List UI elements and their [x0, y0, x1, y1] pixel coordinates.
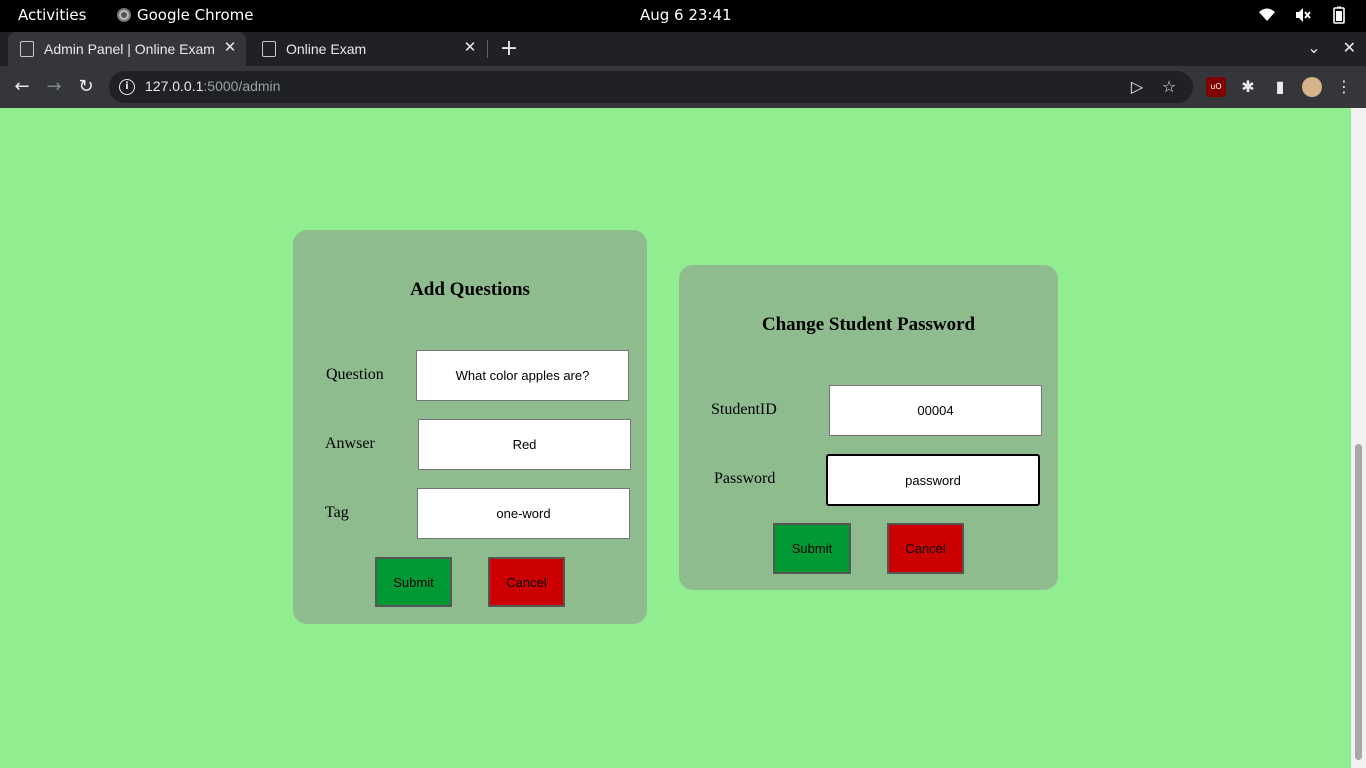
tag-input[interactable] [417, 488, 630, 539]
add-questions-panel: Add Questions Question Anwser Tag Submit… [293, 230, 647, 624]
answer-input[interactable] [418, 419, 631, 470]
wifi-icon [1258, 6, 1276, 24]
clock[interactable]: Aug 6 23:41 [640, 6, 732, 24]
battery-icon [1330, 6, 1348, 24]
browser-toolbar: ← → ↻ i 127.0.0.1:5000/admin ▷ ☆ [0, 66, 1366, 108]
change-password-panel: Change Student Password StudentID Passwo… [679, 265, 1058, 590]
password-label: Password [714, 470, 776, 487]
question-label: Question [326, 366, 384, 383]
add-questions-title: Add Questions [410, 279, 530, 300]
tab-separator [487, 40, 488, 58]
window-close-icon[interactable]: ✕ [1343, 38, 1356, 57]
tab-online-exam[interactable]: Online Exam ✕ [250, 32, 486, 66]
tab-strip: Admin Panel | Online Exam ✕ Online Exam … [0, 32, 1366, 66]
question-input[interactable] [416, 350, 629, 401]
new-tab-icon[interactable]: + [498, 38, 520, 61]
tag-label: Tag [325, 504, 349, 521]
activities-button[interactable]: Activities [18, 6, 86, 24]
tab-title: Online Exam [286, 41, 367, 57]
page-scrollbar[interactable] [1351, 108, 1366, 768]
app-menu[interactable]: Google Chrome [117, 6, 254, 24]
add-question-submit-button[interactable]: Submit [375, 557, 452, 607]
profile-avatar[interactable] [1302, 77, 1322, 97]
scrollbar-thumb[interactable] [1355, 444, 1362, 760]
change-password-cancel-button[interactable]: Cancel [887, 523, 964, 574]
forward-arrow-icon[interactable]: → [43, 76, 65, 98]
studentid-input[interactable] [829, 385, 1042, 436]
page-icon [262, 41, 276, 57]
url-host: 127.0.0.1 [145, 78, 204, 94]
studentid-label: StudentID [711, 401, 777, 418]
tab-search-chevron-icon[interactable]: ⌄ [1307, 38, 1320, 57]
change-password-submit-button[interactable]: Submit [773, 523, 851, 574]
send-to-device-icon[interactable]: ▷ [1127, 77, 1147, 97]
site-info-icon[interactable]: i [119, 79, 135, 95]
password-input[interactable] [826, 454, 1040, 506]
url-path: :5000/admin [203, 78, 281, 94]
url-text[interactable]: 127.0.0.1:5000/admin [145, 78, 280, 94]
chrome-menu-icon[interactable]: ⋮ [1334, 77, 1354, 97]
extensions-puzzle-icon[interactable]: ✱ [1238, 77, 1258, 97]
system-tray[interactable] [1258, 6, 1348, 24]
tab-title: Admin Panel | Online Exam [44, 41, 215, 57]
system-top-bar: Activities Google Chrome Aug 6 23:41 [0, 0, 1366, 32]
back-arrow-icon[interactable]: ← [11, 76, 33, 98]
page-icon [20, 41, 34, 57]
bookmark-star-icon[interactable]: ☆ [1159, 77, 1179, 97]
volume-muted-icon [1294, 6, 1312, 24]
address-bar[interactable]: i 127.0.0.1:5000/admin ▷ ☆ [109, 71, 1193, 103]
change-password-title: Change Student Password [761, 314, 976, 335]
close-tab-icon[interactable]: ✕ [462, 40, 478, 56]
answer-label: Anwser [325, 435, 375, 452]
tab-strip-controls: ⌄ ✕ [1307, 38, 1356, 57]
app-name: Google Chrome [137, 6, 254, 24]
side-panel-icon[interactable]: ▮ [1270, 77, 1290, 97]
tab-admin-panel[interactable]: Admin Panel | Online Exam ✕ [8, 32, 246, 66]
ublock-origin-icon[interactable]: uO [1206, 77, 1226, 97]
add-question-cancel-button[interactable]: Cancel [488, 557, 565, 607]
reload-icon[interactable]: ↻ [75, 76, 97, 98]
close-tab-icon[interactable]: ✕ [222, 40, 238, 56]
chrome-icon [117, 8, 131, 22]
